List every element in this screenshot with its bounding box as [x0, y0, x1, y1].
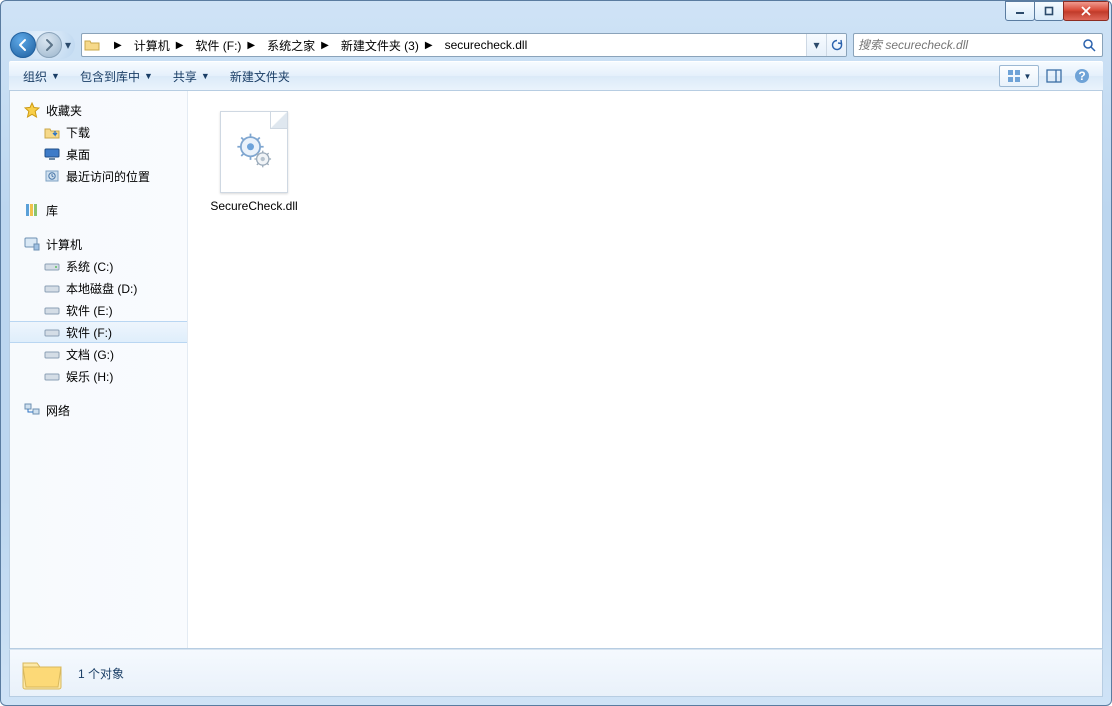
sidebar-label: 桌面 — [66, 146, 90, 163]
folder-large-icon — [20, 655, 64, 691]
search-box[interactable] — [853, 33, 1103, 57]
sidebar-item-drive-e[interactable]: 软件 (E:) — [10, 299, 187, 321]
file-item[interactable]: SecureCheck.dll — [204, 107, 304, 217]
sidebar-item-drive-g[interactable]: 文档 (G:) — [10, 343, 187, 365]
sidebar-label: 计算机 — [46, 236, 82, 253]
search-icon — [1080, 38, 1098, 52]
sidebar-group-favorites: 收藏夹 下载 桌面 最 — [10, 99, 187, 187]
sidebar: 收藏夹 下载 桌面 最 — [10, 91, 188, 648]
breadcrumb-label: 计算机 — [134, 37, 170, 54]
svg-text:?: ? — [1078, 69, 1085, 83]
drive-icon — [44, 258, 60, 274]
status-label: 1 个对象 — [78, 665, 124, 682]
sidebar-item-network[interactable]: 网络 — [10, 399, 187, 421]
back-button[interactable] — [10, 32, 36, 58]
network-icon — [24, 402, 40, 418]
help-button[interactable]: ? — [1069, 65, 1095, 87]
sidebar-group-computer: 计算机 系统 (C:) 本地磁盘 (D:) 软件 (E:) 软件 (F:) — [10, 233, 187, 387]
sidebar-label: 软件 (F:) — [66, 324, 112, 341]
toolbar-label: 包含到库中 — [80, 68, 140, 85]
libraries-icon — [24, 202, 40, 218]
forward-button[interactable] — [36, 32, 62, 58]
address-dropdown[interactable]: ▾ — [806, 34, 826, 56]
titlebar — [1, 1, 1111, 29]
desktop-icon — [44, 146, 60, 162]
sidebar-label: 下载 — [66, 124, 90, 141]
sidebar-label: 最近访问的位置 — [66, 168, 150, 185]
breadcrumb-item[interactable]: 系统之家▶ — [261, 34, 335, 56]
breadcrumb-item[interactable]: 新建文件夹 (3)▶ — [335, 34, 439, 56]
sidebar-item-drive-c[interactable]: 系统 (C:) — [10, 255, 187, 277]
maximize-button[interactable] — [1034, 1, 1064, 21]
breadcrumb-item[interactable]: securecheck.dll — [439, 34, 534, 56]
sidebar-item-libraries[interactable]: 库 — [10, 199, 187, 221]
breadcrumb-item[interactable]: 软件 (F:)▶ — [189, 34, 261, 56]
nav-row: ▾ ▶ 计算机▶ 软件 (F:)▶ 系统之家▶ 新建文件夹 (3)▶ secur… — [1, 29, 1111, 61]
computer-icon — [24, 236, 40, 252]
download-icon — [44, 124, 60, 140]
status-bar: 1 个对象 — [9, 649, 1103, 697]
new-folder-button[interactable]: 新建文件夹 — [220, 62, 300, 90]
nav-buttons: ▾ — [9, 31, 75, 59]
breadcrumb-label: securecheck.dll — [445, 38, 528, 52]
breadcrumb-label: 系统之家 — [267, 37, 315, 54]
toolbar-label: 组织 — [23, 68, 47, 85]
minimize-button[interactable] — [1005, 1, 1035, 21]
organize-menu[interactable]: 组织▼ — [13, 62, 70, 90]
sidebar-label: 软件 (E:) — [66, 302, 113, 319]
close-button[interactable] — [1063, 1, 1109, 21]
view-menu[interactable]: ▼ — [999, 65, 1039, 87]
folder-icon — [82, 37, 102, 53]
breadcrumb-label: 软件 (F:) — [195, 37, 241, 54]
breadcrumb-item[interactable]: 计算机▶ — [128, 34, 190, 56]
file-name: SecureCheck.dll — [210, 199, 297, 213]
breadcrumbs: ▶ 计算机▶ 软件 (F:)▶ 系统之家▶ 新建文件夹 (3)▶ securec… — [102, 34, 806, 56]
sidebar-item-recent[interactable]: 最近访问的位置 — [10, 165, 187, 187]
search-input[interactable] — [858, 38, 1080, 52]
sidebar-item-downloads[interactable]: 下载 — [10, 121, 187, 143]
sidebar-item-favorites[interactable]: 收藏夹 — [10, 99, 187, 121]
star-icon — [24, 102, 40, 118]
address-bar[interactable]: ▶ 计算机▶ 软件 (F:)▶ 系统之家▶ 新建文件夹 (3)▶ securec… — [81, 33, 847, 57]
include-in-library-menu[interactable]: 包含到库中▼ — [70, 62, 163, 90]
sidebar-label: 系统 (C:) — [66, 258, 113, 275]
nav-history-dropdown[interactable]: ▾ — [62, 34, 74, 56]
recent-icon — [44, 168, 60, 184]
sidebar-item-drive-d[interactable]: 本地磁盘 (D:) — [10, 277, 187, 299]
sidebar-group-network: 网络 — [10, 399, 187, 421]
drive-icon — [44, 346, 60, 362]
sidebar-item-drive-h[interactable]: 娱乐 (H:) — [10, 365, 187, 387]
sidebar-item-drive-f[interactable]: 软件 (F:) — [10, 321, 187, 343]
sidebar-group-libraries: 库 — [10, 199, 187, 221]
address-tail: ▾ — [806, 34, 846, 56]
sidebar-label: 娱乐 (H:) — [66, 368, 113, 385]
breadcrumb-item[interactable]: ▶ — [102, 34, 128, 56]
drive-icon — [44, 280, 60, 296]
toolbar-label: 共享 — [173, 68, 197, 85]
body: 收藏夹 下载 桌面 最 — [9, 91, 1103, 649]
refresh-button[interactable] — [826, 34, 846, 56]
breadcrumb-label: 新建文件夹 (3) — [341, 37, 419, 54]
toolbar-right: ▼ ? — [999, 65, 1099, 87]
drive-icon — [44, 324, 60, 340]
drive-icon — [44, 368, 60, 384]
explorer-window: ▾ ▶ 计算机▶ 软件 (F:)▶ 系统之家▶ 新建文件夹 (3)▶ secur… — [0, 0, 1112, 706]
window-controls — [1006, 1, 1109, 21]
drive-icon — [44, 302, 60, 318]
toolbar: 组织▼ 包含到库中▼ 共享▼ 新建文件夹 ▼ ? — [9, 61, 1103, 91]
sidebar-label: 收藏夹 — [46, 102, 82, 119]
share-menu[interactable]: 共享▼ — [163, 62, 220, 90]
sidebar-label: 文档 (G:) — [66, 346, 114, 363]
sidebar-label: 库 — [46, 202, 58, 219]
dll-file-icon — [220, 111, 288, 193]
toolbar-label: 新建文件夹 — [230, 68, 290, 85]
sidebar-label: 本地磁盘 (D:) — [66, 280, 137, 297]
sidebar-item-computer[interactable]: 计算机 — [10, 233, 187, 255]
sidebar-item-desktop[interactable]: 桌面 — [10, 143, 187, 165]
content-pane[interactable]: SecureCheck.dll — [188, 91, 1102, 648]
preview-pane-button[interactable] — [1041, 65, 1067, 87]
sidebar-label: 网络 — [46, 402, 70, 419]
